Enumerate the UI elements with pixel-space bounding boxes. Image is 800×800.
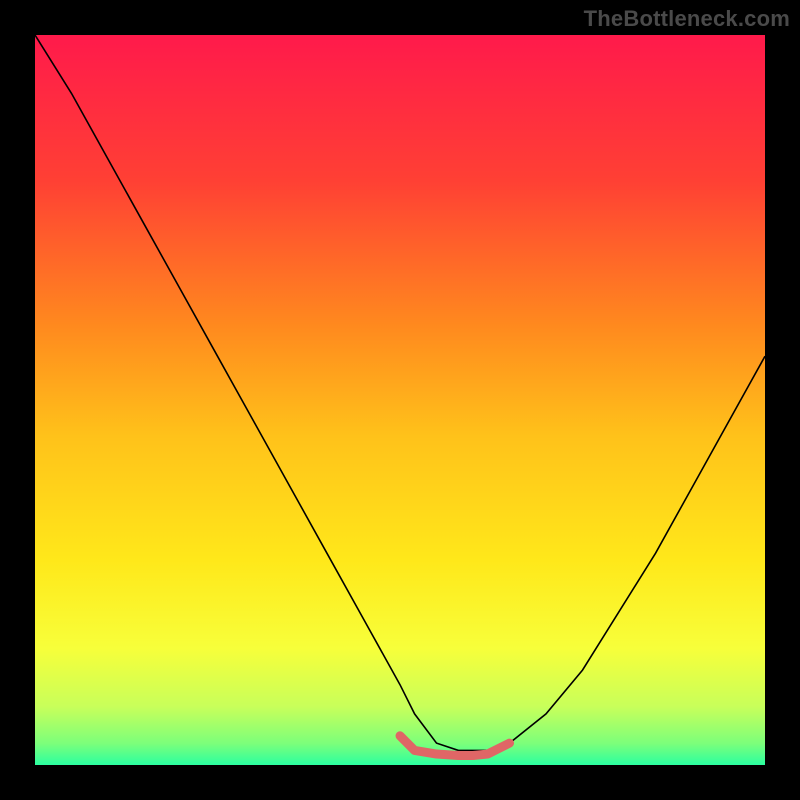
chart-frame: TheBottleneck.com [0, 0, 800, 800]
bottleneck-plot [0, 0, 800, 800]
watermark-text: TheBottleneck.com [584, 6, 790, 32]
gradient-background [35, 35, 765, 765]
